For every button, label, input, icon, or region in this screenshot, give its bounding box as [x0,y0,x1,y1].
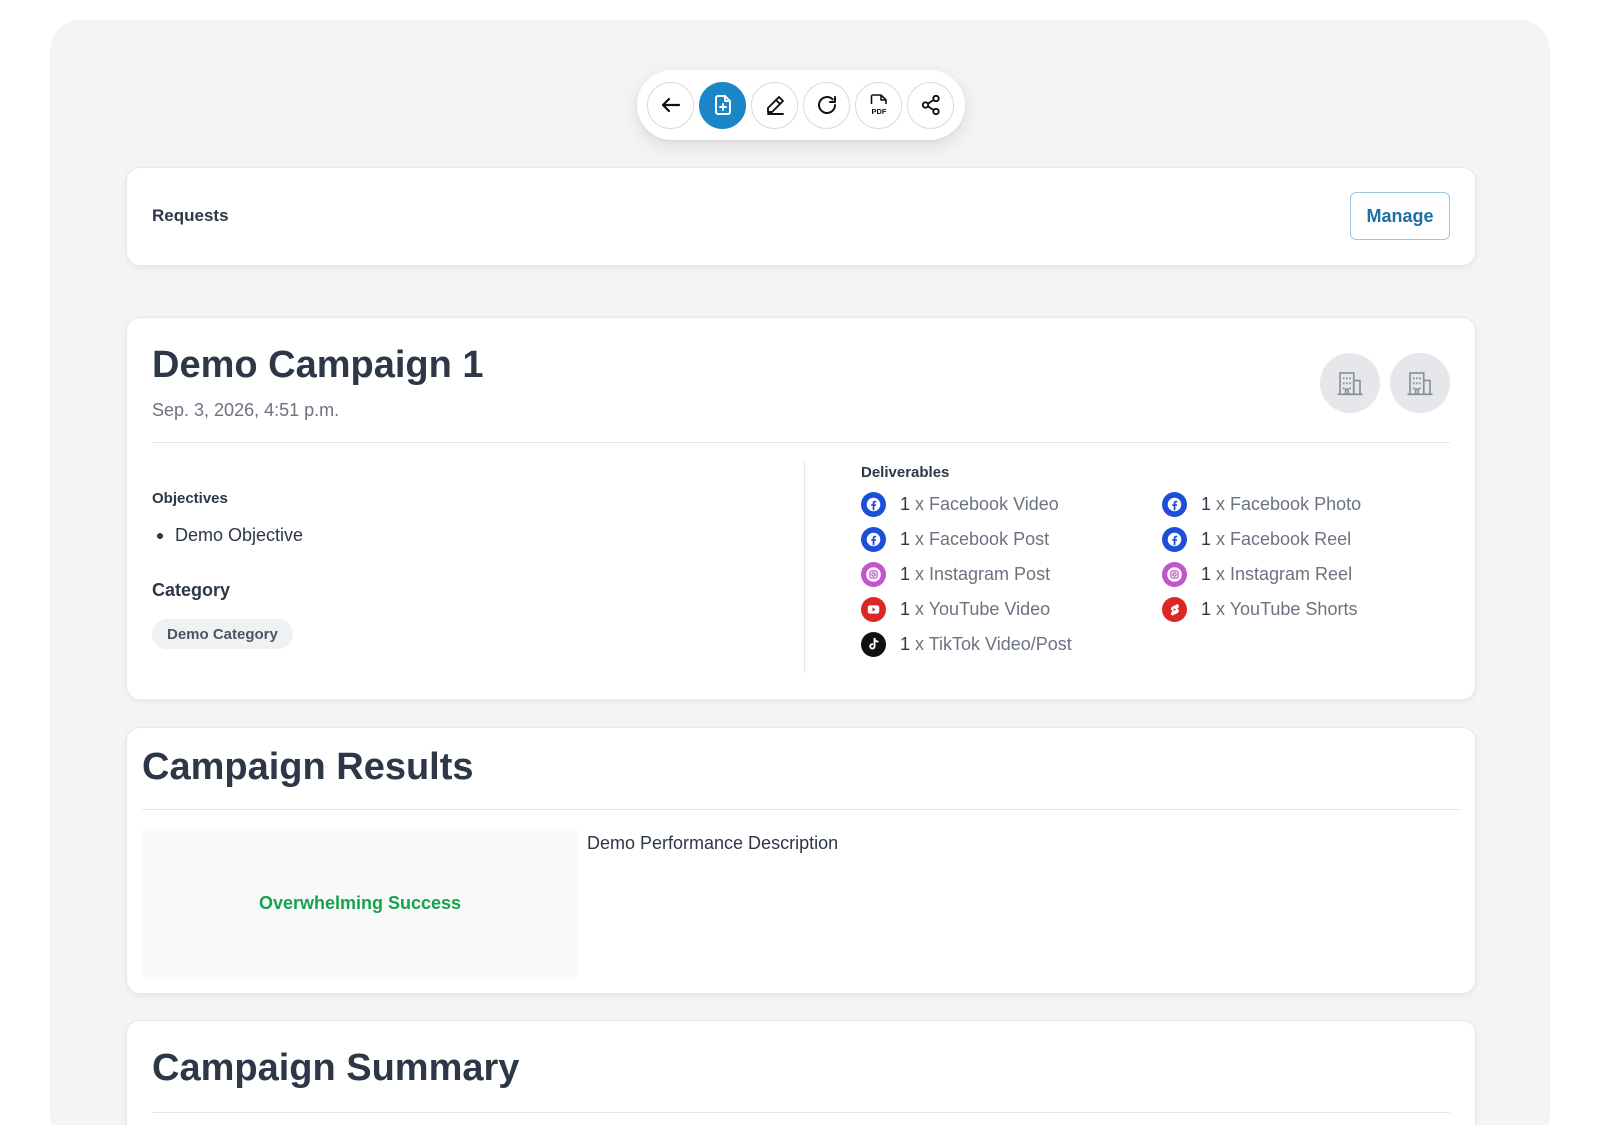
pencil-icon [766,96,784,115]
result-rating: Overwhelming Success [142,829,578,977]
requests-card: Requests Manage [126,167,1476,266]
campaign-title: Demo Campaign 1 [152,344,484,386]
bullet-icon [157,532,163,539]
deliverable-item: 1x Facebook Post [861,527,1072,552]
facebook-icon [861,492,886,517]
edit-button[interactable] [751,81,798,129]
results-title: Campaign Results [142,746,474,788]
deliverables-column-right: 1x Facebook Photo 1x Facebook Reel 1x In… [1162,492,1361,622]
category-chip: Demo Category [152,619,293,649]
objective-text: Demo Objective [175,525,304,545]
deliverable-item: 1x Facebook Photo [1162,492,1361,517]
action-toolbar: PDF [637,70,965,140]
arrow-left-icon [661,97,680,113]
deliverables-column-left: 1x Facebook Video 1x Facebook Post 1x In… [861,492,1072,657]
section-divider [152,1112,1450,1113]
instagram-icon [1162,562,1187,587]
deliverable-item: 1x Instagram Post [861,562,1072,587]
brand-avatar[interactable] [1320,353,1380,413]
performance-description: Demo Performance Description [587,833,839,853]
building-icon [1407,372,1433,396]
campaign-summary-card: Campaign Summary [126,1020,1476,1125]
back-button[interactable] [647,81,694,129]
facebook-icon [1162,492,1187,517]
deliverable-item: 1x Facebook Reel [1162,527,1361,552]
share-icon [921,94,940,116]
export-pdf-button[interactable]: PDF [855,81,902,129]
requests-label: Requests [152,206,229,225]
tiktok-icon [861,632,886,657]
campaign-card: Demo Campaign 1 Sep. 3, 2026, 4:51 p.m. … [126,317,1476,700]
youtube-icon [861,597,886,622]
brand-icons [1320,353,1450,413]
facebook-icon [1162,527,1187,552]
deliverable-item: 1x TikTok Video/Post [861,632,1072,657]
objectives-label: Objectives [152,490,228,507]
svg-text:PDF: PDF [871,107,886,116]
new-document-button[interactable] [699,81,746,129]
deliverables-label: Deliverables [861,464,950,481]
section-divider [142,809,1460,810]
file-add-icon [714,95,731,115]
manage-button[interactable]: Manage [1350,192,1450,240]
section-divider [152,442,1450,443]
pdf-icon: PDF [870,94,886,116]
refresh-icon [817,96,836,114]
deliverable-item: 1x YouTube Video [861,597,1072,622]
category-label: Category [152,580,231,600]
objective-item: Demo Objective [157,525,303,546]
share-button[interactable] [907,81,954,129]
youtube-shorts-icon [1162,597,1187,622]
building-icon [1337,372,1363,396]
brand-avatar[interactable] [1390,353,1450,413]
facebook-icon [861,527,886,552]
deliverable-item: 1x YouTube Shorts [1162,597,1361,622]
campaign-date: Sep. 3, 2026, 4:51 p.m. [152,400,340,420]
instagram-icon [861,562,886,587]
deliverable-item: 1x Instagram Reel [1162,562,1361,587]
campaign-results-card: Campaign Results Overwhelming Success De… [126,727,1476,994]
refresh-button[interactable] [803,81,850,129]
column-divider [804,461,805,673]
summary-title: Campaign Summary [152,1047,520,1089]
deliverable-item: 1x Facebook Video [861,492,1072,517]
